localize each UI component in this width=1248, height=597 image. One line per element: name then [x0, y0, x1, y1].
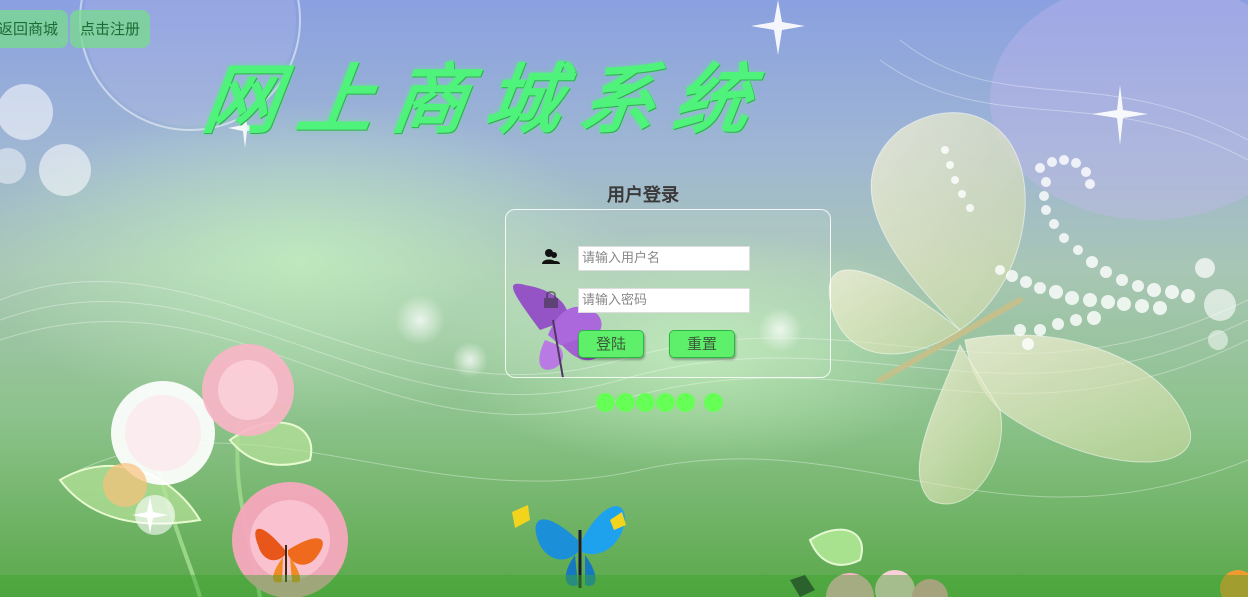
lock-icon	[544, 291, 558, 308]
indicator-dot	[616, 393, 635, 412]
password-input[interactable]	[578, 288, 750, 313]
indicator-dot	[676, 393, 695, 412]
login-page: 返回商城 点击注册 网上商城系统 用户登录 登陆 重置	[0, 0, 1248, 597]
login-form: 登陆 重置	[505, 209, 831, 378]
back-to-mall-button[interactable]: 返回商城	[0, 10, 69, 48]
reset-button[interactable]: 重置	[669, 330, 735, 358]
indicator-dot	[704, 393, 723, 412]
register-button[interactable]: 点击注册	[70, 10, 151, 48]
login-button[interactable]: 登陆	[578, 330, 644, 358]
indicator-dot	[596, 393, 615, 412]
user-icon	[542, 249, 560, 264]
indicator-dot	[636, 393, 655, 412]
login-heading: 用户登录	[607, 185, 679, 206]
site-title: 网上商城系统	[197, 55, 775, 144]
indicator-dot	[656, 393, 675, 412]
username-input[interactable]	[578, 246, 750, 271]
